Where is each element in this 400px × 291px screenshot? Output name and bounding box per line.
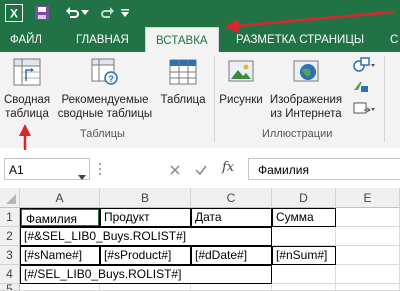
annotation-arrows [19, 10, 395, 150]
annotation-arrow-insert-tab [224, 10, 395, 33]
annotation-arrow-pivot-table [19, 124, 31, 150]
